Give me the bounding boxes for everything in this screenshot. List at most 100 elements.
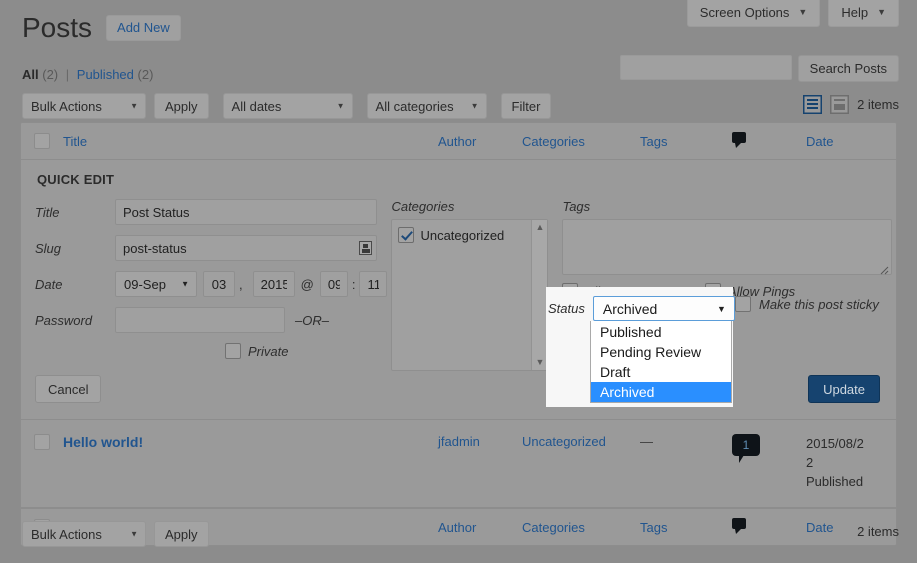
category-filter-label: All categories <box>375 98 454 114</box>
status-select-dropdown[interactable]: Published Pending Review Draft Archived <box>590 321 732 403</box>
year-input[interactable] <box>252 271 295 297</box>
status-link-published[interactable]: Published <box>77 67 134 82</box>
column-footer-author[interactable]: Author <box>438 520 522 535</box>
column-header-date[interactable]: Date <box>806 134 896 149</box>
help-label: Help <box>841 5 869 20</box>
comment-bubble-icon <box>732 517 806 537</box>
column-header-author[interactable]: Author <box>438 134 522 149</box>
category-filter-select[interactable]: All categories ▼ <box>366 93 487 119</box>
quick-edit-row: QUICK EDIT Title Slug <box>21 160 896 420</box>
private-checkbox[interactable] <box>225 343 241 359</box>
quick-edit-date-field: Date 09-Sep ▼ , @ : <box>35 271 388 297</box>
hour-input[interactable] <box>319 271 348 297</box>
category-item[interactable]: Uncategorized <box>398 227 541 243</box>
column-footer-comments[interactable] <box>732 517 806 537</box>
column-header-comments[interactable] <box>732 131 806 151</box>
tablenav-bottom: Bulk Actions ▼ Apply <box>22 521 209 547</box>
post-title-link[interactable]: Hello world! <box>63 434 143 450</box>
row-comments-cell: 1 <box>732 434 806 463</box>
status-count-all: (2) <box>42 67 59 82</box>
row-categories-cell: Uncategorized <box>522 434 640 449</box>
status-option-draft[interactable]: Draft <box>591 362 731 382</box>
slug-input[interactable] <box>115 235 377 261</box>
date-filter-select[interactable]: All dates ▼ <box>222 93 353 119</box>
scroll-down-icon[interactable]: ▼ <box>535 358 544 367</box>
status-option-published[interactable]: Published <box>591 322 731 342</box>
password-input[interactable] <box>115 307 285 333</box>
search-submit-button[interactable]: Search Posts <box>797 55 899 82</box>
displaying-num-bottom: 2 items <box>857 524 899 539</box>
apply-button-bottom[interactable]: Apply <box>154 521 209 547</box>
date-comma: , <box>239 276 243 292</box>
add-new-button[interactable]: Add New <box>106 15 181 41</box>
category-checkbox[interactable] <box>398 227 415 243</box>
tags-textarea[interactable] <box>562 219 893 275</box>
search-input[interactable] <box>619 55 792 80</box>
column-label-title: Title <box>63 133 88 149</box>
table-row: Hello world! jfadmin Uncategorized — 1 2… <box>21 420 896 508</box>
minute-input[interactable] <box>359 271 388 297</box>
column-label-categories-footer: Categories <box>522 519 585 535</box>
column-label-author-footer: Author <box>438 519 477 535</box>
column-header-title[interactable]: Title <box>63 134 438 149</box>
month-select[interactable]: 09-Sep ▼ <box>115 271 197 297</box>
bulk-actions-select-bottom[interactable]: Bulk Actions ▼ <box>22 521 146 547</box>
comment-count-bubble[interactable]: 1 <box>732 434 760 463</box>
title-input[interactable] <box>115 199 377 225</box>
status-select[interactable]: Archived ▼ <box>592 296 735 321</box>
date-at-symbol: @ <box>300 276 314 292</box>
bulk-actions-label-top: Bulk Actions <box>31 98 102 114</box>
column-label-categories: Categories <box>522 133 585 149</box>
date-filter-label: All dates <box>231 98 282 114</box>
column-footer-tags[interactable]: Tags <box>640 520 732 535</box>
posts-table: Title Author Categories Tags Date QUICK … <box>20 122 897 546</box>
categories-label: Categories <box>391 199 455 214</box>
screen-options-button[interactable]: Screen Options ▼ <box>686 0 821 27</box>
status-option-pending-review[interactable]: Pending Review <box>591 342 731 362</box>
slug-input-wrapper <box>115 235 377 261</box>
resize-grip-icon[interactable] <box>880 263 889 275</box>
list-view-icon[interactable] <box>802 94 823 115</box>
sticky-checkbox-row: Make this post sticky <box>735 296 879 312</box>
password-label: Password <box>35 312 93 328</box>
categories-group: Categories Uncategorized ▲ ▼ <box>391 199 549 403</box>
excerpt-view-icon[interactable] <box>829 94 850 115</box>
column-header-categories[interactable]: Categories <box>522 134 640 149</box>
column-footer-categories[interactable]: Categories <box>522 520 640 535</box>
apply-button-top[interactable]: Apply <box>154 93 209 119</box>
post-tags-value: — <box>640 434 653 449</box>
column-label-date: Date <box>806 133 834 149</box>
sticky-checkbox[interactable] <box>735 296 751 312</box>
chevron-down-icon: ▼ <box>798 7 808 17</box>
apply-label-top: Apply <box>165 98 198 114</box>
status-option-archived[interactable]: Archived <box>591 382 731 402</box>
scroll-up-icon[interactable]: ▲ <box>535 223 544 232</box>
row-tags-cell: — <box>640 434 732 449</box>
select-all-checkbox-top[interactable] <box>34 133 50 149</box>
row-select-cell <box>21 434 63 450</box>
bulk-actions-select-top[interactable]: Bulk Actions ▼ <box>22 93 146 119</box>
cancel-button[interactable]: Cancel <box>35 375 102 403</box>
status-link-all[interactable]: All <box>22 67 39 82</box>
quick-edit-password-field: Password –OR– <box>35 307 387 333</box>
post-category-link[interactable]: Uncategorized <box>522 434 606 449</box>
keyboard-icon[interactable] <box>359 241 372 255</box>
comment-bubble-icon <box>732 131 806 151</box>
row-checkbox[interactable] <box>34 434 50 450</box>
category-label: Uncategorized <box>420 227 505 243</box>
chevron-down-icon: ▼ <box>130 101 138 111</box>
column-header-tags[interactable]: Tags <box>640 134 732 149</box>
categories-checklist[interactable]: Uncategorized ▲ ▼ <box>391 219 549 371</box>
row-author-cell: jfadmin <box>438 434 522 449</box>
post-date-line2: 2 <box>806 455 814 470</box>
tags-label: Tags <box>562 199 591 214</box>
quick-edit-legend: QUICK EDIT <box>37 172 115 187</box>
column-label-tags-footer: Tags <box>640 519 668 535</box>
post-author-link[interactable]: jfadmin <box>438 434 480 449</box>
help-button[interactable]: Help ▼ <box>828 0 899 27</box>
chevron-down-icon: ▼ <box>336 101 345 111</box>
day-input[interactable] <box>203 271 235 297</box>
filter-button[interactable]: Filter <box>500 93 552 119</box>
update-button[interactable]: Update <box>808 375 880 403</box>
status-label: Status <box>548 301 585 316</box>
